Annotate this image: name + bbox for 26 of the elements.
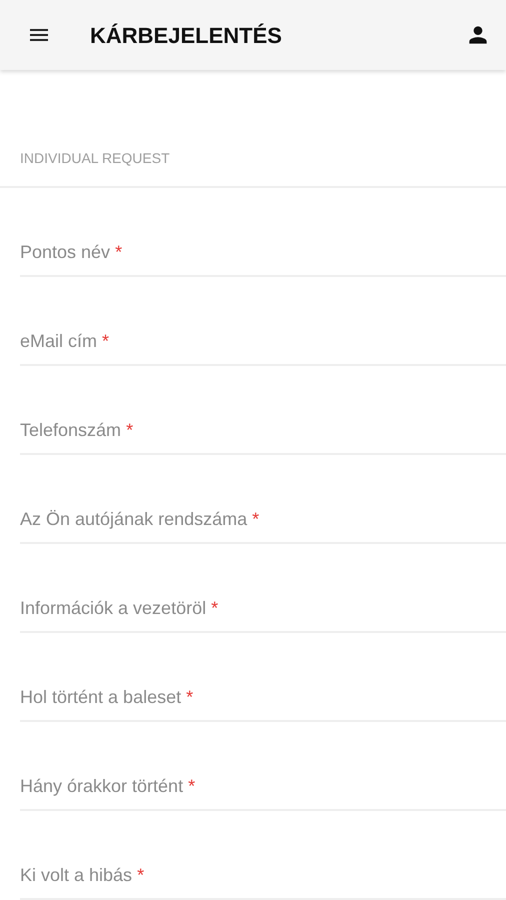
required-mark: * (186, 686, 194, 708)
field-label: Az Ön autójának rendszáma (20, 508, 248, 530)
required-mark: * (115, 241, 122, 263)
input-field[interactable]: Ki volt a hibás * (20, 864, 506, 900)
input-field[interactable]: Hol történt a baleset * (20, 686, 506, 722)
section-title: INDIVIDUAL REQUEST (20, 150, 171, 167)
field-label: Hol történt a baleset (20, 686, 182, 708)
required-mark: * (137, 864, 144, 886)
required-mark: * (102, 330, 110, 352)
field-label: eMail cím (20, 330, 98, 352)
required-mark: * (211, 597, 218, 619)
input-field[interactable]: Hány órakkor történt * (20, 775, 506, 811)
field-label: Ki volt a hibás (20, 864, 132, 886)
required-mark: * (252, 508, 260, 530)
input-field[interactable]: Információk a vezetöröl * (20, 597, 506, 633)
field-label: Telefonszám (20, 419, 122, 441)
field-label: Hány órakkor történt (20, 775, 184, 797)
input-field[interactable]: Pontos név * (20, 241, 506, 277)
input-field[interactable]: Telefonszám * (20, 419, 506, 455)
required-mark: * (126, 419, 134, 441)
app-title: KÁRBEJELENTÉS (90, 22, 282, 50)
required-mark: * (188, 775, 196, 797)
field-label: Pontos név (20, 241, 110, 263)
field-label: Információk a vezetöröl (20, 597, 206, 619)
input-field[interactable]: eMail cím * (20, 330, 506, 366)
input-field[interactable]: Az Ön autójának rendszáma * (20, 508, 506, 544)
